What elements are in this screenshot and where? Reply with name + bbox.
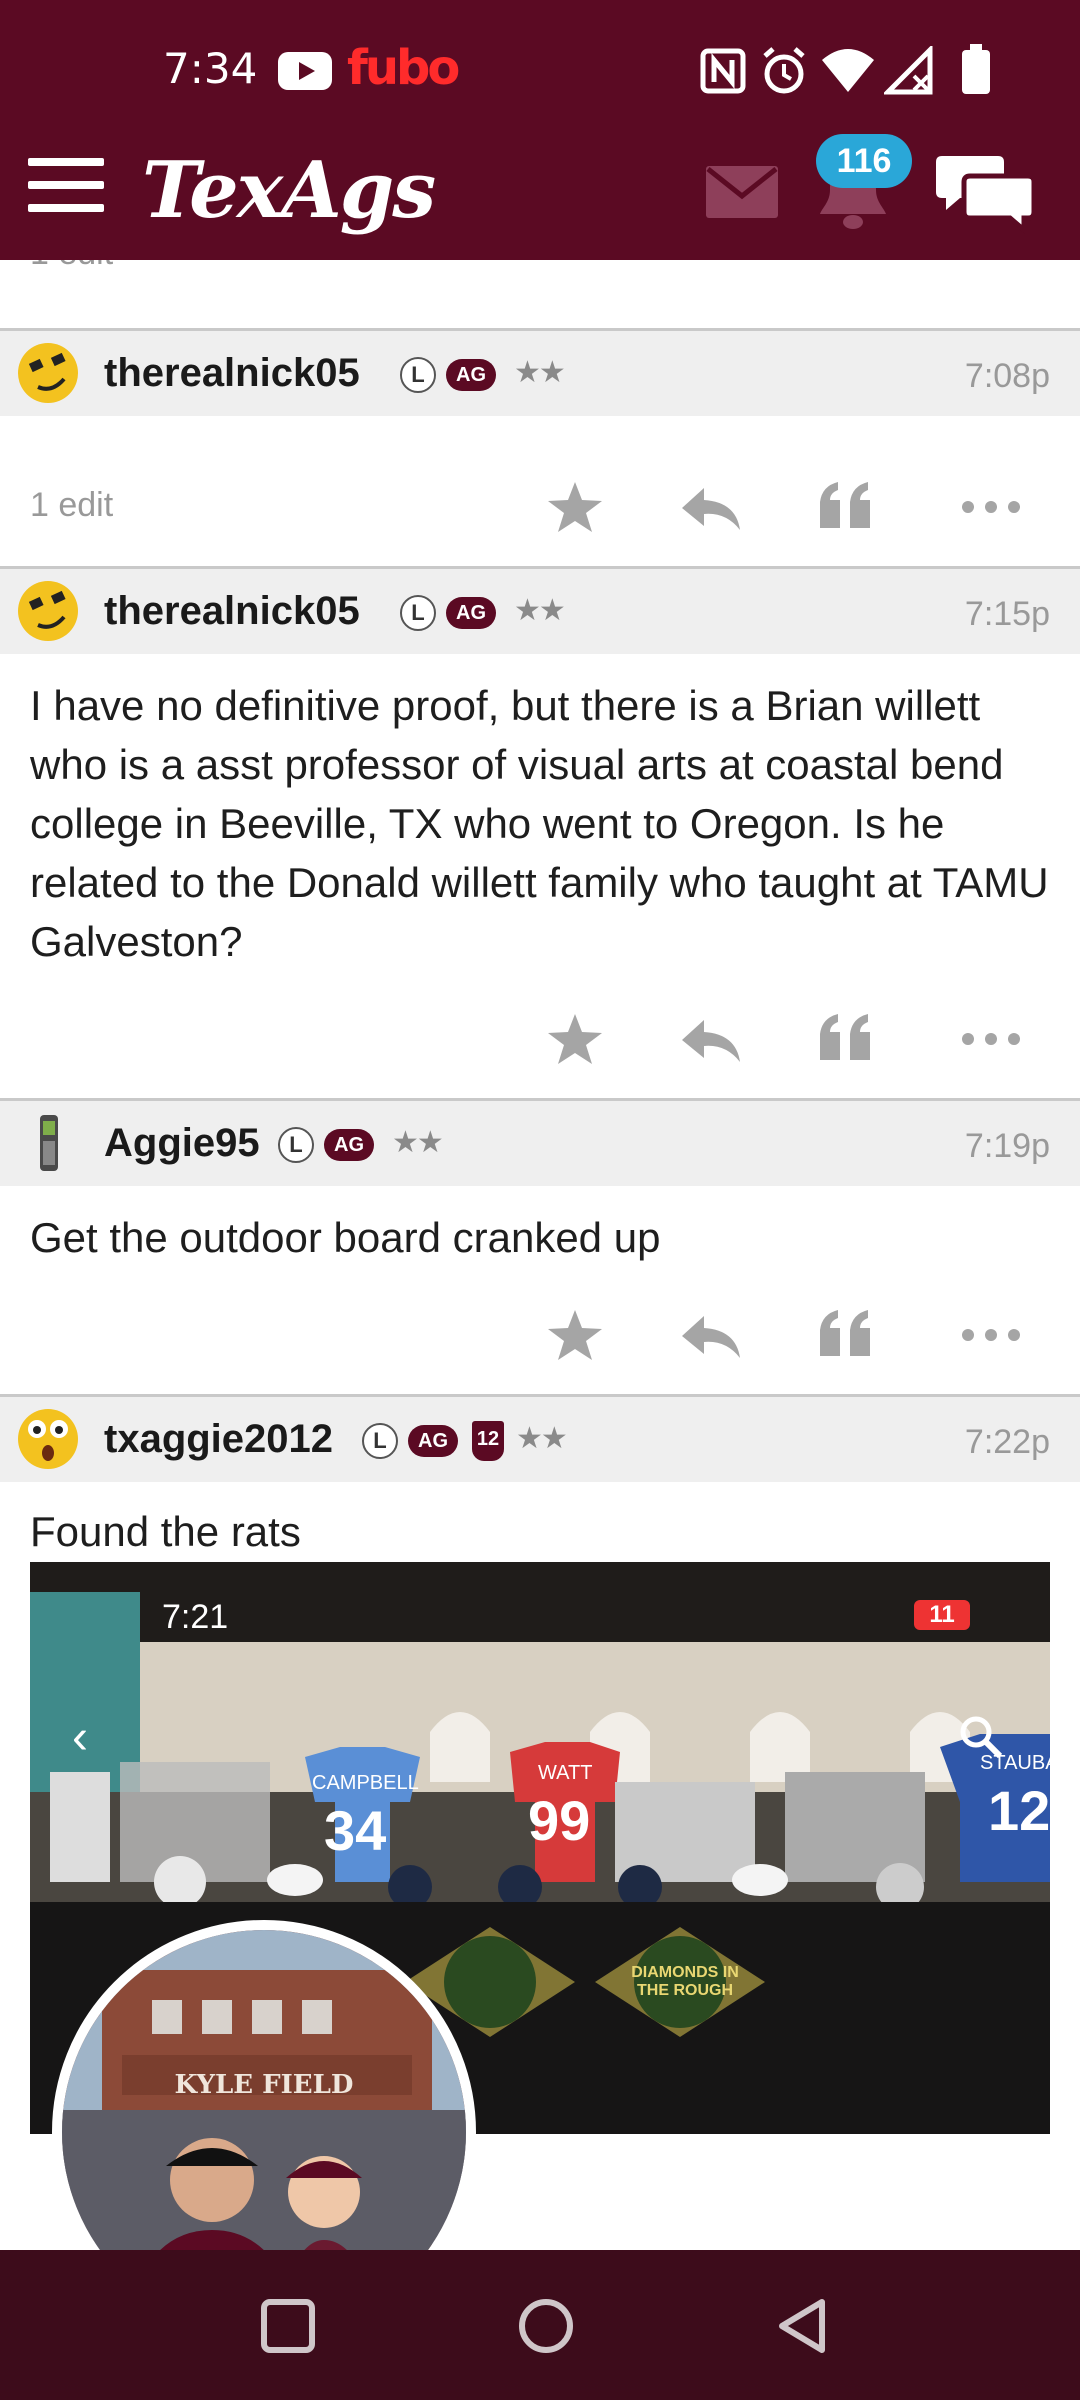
signal-icon — [884, 46, 933, 95]
rank-stars: ★★ — [392, 1126, 444, 1159]
system-nav-bar — [0, 2250, 1080, 2400]
rank-stars: ★★ — [514, 594, 566, 627]
post-body: Get the outdoor board cranked up — [30, 1214, 661, 1261]
menu-icon[interactable] — [28, 158, 104, 214]
thread-content[interactable]: 1 edit therealnick05 L AG ★★ 7:08p 1 edi… — [0, 240, 1080, 2250]
reply-icon[interactable] — [676, 1004, 746, 1074]
back-chevron-icon: ‹ — [72, 1711, 88, 1764]
jersey-name: STAUBA — [980, 1752, 1050, 1774]
jersey-name: CAMPBELL — [312, 1772, 419, 1794]
kyle-field-sign: KYLE FIELD — [174, 2070, 354, 2100]
ag-badge: AG — [446, 359, 496, 391]
level-badge: L — [362, 1423, 398, 1459]
username[interactable]: therealnick05 — [104, 351, 360, 396]
post-actions — [540, 472, 1060, 542]
post-body: I have no definitive proof, but there is… — [30, 682, 1049, 965]
edit-note[interactable]: 1 edit — [30, 486, 113, 525]
post-header: therealnick05 L AG ★★ 7:15p — [0, 566, 1080, 654]
reply-icon[interactable] — [676, 1300, 746, 1370]
reply-icon[interactable] — [676, 472, 746, 542]
home-button[interactable] — [514, 2294, 578, 2358]
quote-icon[interactable] — [812, 472, 882, 542]
nfc-icon — [700, 48, 746, 94]
ag-badge: AG — [408, 1425, 458, 1457]
youtube-icon — [278, 52, 332, 90]
jersey-name: WATT — [538, 1762, 593, 1784]
texags-logo[interactable]: TexAgs — [142, 145, 436, 236]
class-year-badge: 12 — [472, 1421, 504, 1461]
level-badge: L — [400, 595, 436, 631]
username[interactable]: therealnick05 — [104, 589, 360, 634]
user-avatar[interactable] — [16, 579, 80, 643]
more-options-icon[interactable] — [956, 1300, 1026, 1370]
star-icon[interactable] — [540, 472, 610, 542]
status-bar: 7:34 fubo — [0, 0, 1080, 140]
username[interactable]: Aggie95 — [104, 1121, 260, 1166]
recents-button[interactable] — [256, 2294, 320, 2358]
post-body: Found the rats — [30, 1508, 301, 1555]
star-icon[interactable] — [540, 1300, 610, 1370]
post-time: 7:08p — [964, 357, 1050, 395]
back-button[interactable] — [772, 2294, 836, 2358]
post-header: txaggie2012 L AG 12 ★★ 7:22p — [0, 1394, 1080, 1482]
jersey-number: 34 — [324, 1799, 387, 1862]
fubo-icon: fubo — [347, 40, 460, 96]
battery-icon — [962, 44, 990, 94]
more-options-icon[interactable] — [956, 472, 1026, 542]
level-badge: L — [278, 1127, 314, 1163]
embedded-status-time: 7:21 — [162, 1598, 229, 1636]
level-badge: L — [400, 357, 436, 393]
quote-icon[interactable] — [812, 1300, 882, 1370]
username[interactable]: txaggie2012 — [104, 1417, 333, 1462]
jersey-number: 12 — [988, 1779, 1050, 1842]
user-avatar[interactable] — [16, 1407, 80, 1471]
ag-badge: AG — [324, 1129, 374, 1161]
ag-badge: AG — [446, 597, 496, 629]
status-time: 7:34 — [163, 44, 258, 93]
post-actions — [540, 1004, 1060, 1074]
notification-count-badge[interactable]: 116 — [816, 134, 912, 188]
wifi-icon — [822, 49, 874, 92]
post-header: Aggie95 L AG ★★ 7:19p — [0, 1098, 1080, 1186]
rank-stars: ★★ — [516, 1422, 568, 1455]
mail-icon[interactable] — [706, 166, 778, 218]
post-actions — [540, 1300, 1060, 1370]
post-time: 7:15p — [964, 595, 1050, 633]
post-header: therealnick05 L AG ★★ 7:08p — [0, 328, 1080, 416]
post-time: 7:22p — [964, 1423, 1050, 1461]
app-top-bar: 7:34 fubo TexAgs 116 — [0, 0, 1080, 260]
post-time: 7:19p — [964, 1127, 1050, 1165]
quote-icon[interactable] — [812, 1004, 882, 1074]
chat-icon[interactable] — [936, 150, 1036, 234]
alarm-icon — [763, 47, 805, 94]
rank-stars: ★★ — [514, 356, 566, 389]
user-avatar[interactable] — [16, 1111, 80, 1175]
more-options-icon[interactable] — [956, 1004, 1026, 1074]
embedded-battery: 11 — [914, 1600, 970, 1630]
star-icon[interactable] — [540, 1004, 610, 1074]
jersey-number: 99 — [528, 1789, 591, 1852]
banner-text: DIAMONDS IN THE ROUGH — [631, 1964, 739, 1999]
user-avatar[interactable] — [16, 341, 80, 405]
